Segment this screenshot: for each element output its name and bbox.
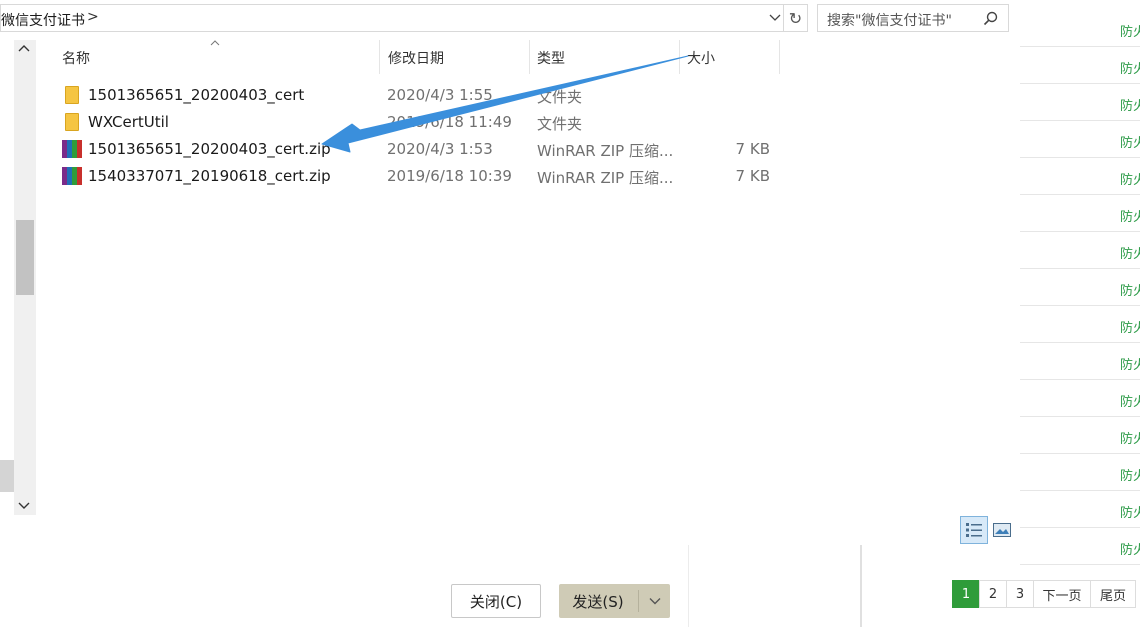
background-row: 防火 <box>1020 232 1140 269</box>
chevron-down-icon <box>649 598 661 605</box>
background-row-label[interactable]: 防火 <box>1120 465 1140 484</box>
background-row-label[interactable]: 防火 <box>1120 428 1140 447</box>
file-name: WXCertUtil <box>88 113 169 131</box>
send-options-dropdown[interactable] <box>641 584 669 618</box>
background-row: 防火 <box>1020 491 1140 528</box>
column-type-label: 类型 <box>537 51 565 67</box>
file-row[interactable]: WXCertUtil 2019/6/18 11:49 文件夹 <box>60 109 780 136</box>
breadcrumb-separator-icon[interactable]: > <box>87 9 99 25</box>
background-row: 防火 <box>1020 306 1140 343</box>
screenshot-root: 防火 防火 防火 防火 防火 防火 防火 防火 防火 防火 防火 防火 防火 防火 防火 1 2 3 下一页… <box>0 0 1140 627</box>
file-modified: 2020/4/3 1:53 <box>387 140 493 158</box>
file-modified: 2019/6/18 11:49 <box>387 113 512 131</box>
view-toggle <box>960 516 1012 544</box>
background-row: 防火 <box>1020 84 1140 121</box>
address-bar[interactable]: 微信支付证书 > <box>0 4 784 32</box>
background-row: 防火 <box>1020 195 1140 232</box>
background-row-label[interactable]: 防火 <box>1120 280 1140 299</box>
background-row-label[interactable]: 防火 <box>1120 21 1140 40</box>
background-row-label[interactable]: 防火 <box>1120 206 1140 225</box>
file-row[interactable]: 1501365651_20200403_cert.zip 2020/4/3 1:… <box>60 136 780 163</box>
details-view-button[interactable] <box>960 516 988 544</box>
details-view-icon <box>966 523 982 537</box>
background-row-label[interactable]: 防火 <box>1120 95 1140 114</box>
send-button-divider <box>638 590 639 612</box>
send-button[interactable]: 发送(S) <box>559 584 670 618</box>
column-header-type[interactable]: 类型 <box>530 40 680 74</box>
send-button-label[interactable]: 发送(S) <box>559 584 637 618</box>
background-row-label[interactable]: 防火 <box>1120 317 1140 336</box>
scroll-down-icon[interactable] <box>18 499 30 513</box>
file-type: 文件夹 <box>537 88 583 106</box>
background-row: 防火 <box>1020 47 1140 84</box>
background-row: 防火 <box>1020 121 1140 158</box>
scrollbar-thumb[interactable] <box>16 220 34 295</box>
background-divider <box>860 545 862 627</box>
pagination: 1 2 3 下一页 尾页 <box>952 580 1136 608</box>
page-2-button[interactable]: 2 <box>979 580 1007 608</box>
folder-icon <box>62 113 82 131</box>
winrar-zip-icon <box>62 167 82 185</box>
search-icon <box>983 11 998 30</box>
background-row-label[interactable]: 防火 <box>1120 58 1140 77</box>
background-row-label[interactable]: 防火 <box>1120 169 1140 188</box>
refresh-icon: ↻ <box>788 8 803 28</box>
file-modified: 2019/6/18 10:39 <box>387 167 512 185</box>
column-divider[interactable] <box>779 40 780 74</box>
background-row: 防火 <box>1020 528 1140 565</box>
file-type: 文件夹 <box>537 115 583 133</box>
background-row-label[interactable]: 防火 <box>1120 243 1140 262</box>
file-type: WinRAR ZIP 压缩... <box>537 169 674 187</box>
background-row-label[interactable]: 防火 <box>1120 132 1140 151</box>
breadcrumb[interactable]: 微信支付证书 <box>1 10 85 30</box>
file-name: 1540337071_20190618_cert.zip <box>88 167 331 185</box>
background-row: 防火 <box>1020 10 1140 47</box>
file-name: 1501365651_20200403_cert.zip <box>88 140 331 158</box>
background-row: 防火 <box>1020 158 1140 195</box>
background-row-label[interactable]: 防火 <box>1120 391 1140 410</box>
column-modified-label: 修改日期 <box>388 51 444 67</box>
scroll-up-icon[interactable] <box>18 43 30 57</box>
column-header-name[interactable]: 名称 <box>60 40 380 74</box>
background-row: 防火 <box>1020 380 1140 417</box>
background-row-label[interactable]: 防火 <box>1120 539 1140 558</box>
file-size: 7 KB <box>735 140 770 158</box>
close-button[interactable]: 关闭(C) <box>451 584 541 618</box>
column-size-label: 大小 <box>687 51 715 67</box>
file-row[interactable]: 1540337071_20190618_cert.zip 2019/6/18 1… <box>60 163 780 190</box>
large-icons-view-button[interactable] <box>992 520 1012 540</box>
background-row-label[interactable]: 防火 <box>1120 354 1140 373</box>
refresh-button[interactable]: ↻ <box>784 4 808 32</box>
nav-scrollbar[interactable] <box>14 40 36 515</box>
background-divider <box>688 545 689 627</box>
large-icons-view-icon <box>993 523 1011 537</box>
next-page-button[interactable]: 下一页 <box>1033 580 1091 608</box>
page-1-button[interactable]: 1 <box>952 580 980 608</box>
folder-icon <box>62 86 82 104</box>
file-size: 7 KB <box>735 167 770 185</box>
background-row: 防火 <box>1020 454 1140 491</box>
file-type: WinRAR ZIP 压缩... <box>537 142 674 160</box>
column-name-label: 名称 <box>62 51 90 67</box>
background-row-label[interactable]: 防火 <box>1120 502 1140 521</box>
background-row: 防火 <box>1020 269 1140 306</box>
background-row: 防火 <box>1020 343 1140 380</box>
background-row: 防火 <box>1020 417 1140 454</box>
last-page-button[interactable]: 尾页 <box>1090 580 1136 608</box>
file-row[interactable]: 1501365651_20200403_cert 2020/4/3 1:55 文… <box>60 82 780 109</box>
column-header-size[interactable]: 大小 <box>680 40 780 74</box>
search-placeholder: 搜索"微信支付证书" <box>827 13 952 29</box>
search-input[interactable]: 搜索"微信支付证书" <box>817 4 1009 32</box>
page-3-button[interactable]: 3 <box>1006 580 1034 608</box>
file-name: 1501365651_20200403_cert <box>88 86 305 104</box>
nav-pane-edge <box>0 460 14 492</box>
column-header-modified[interactable]: 修改日期 <box>380 40 530 74</box>
file-modified: 2020/4/3 1:55 <box>387 86 493 104</box>
chevron-down-icon[interactable] <box>769 11 781 26</box>
background-table: 防火 防火 防火 防火 防火 防火 防火 防火 防火 防火 防火 防火 防火 防火 防火 <box>1020 0 1140 565</box>
winrar-zip-icon <box>62 140 82 158</box>
